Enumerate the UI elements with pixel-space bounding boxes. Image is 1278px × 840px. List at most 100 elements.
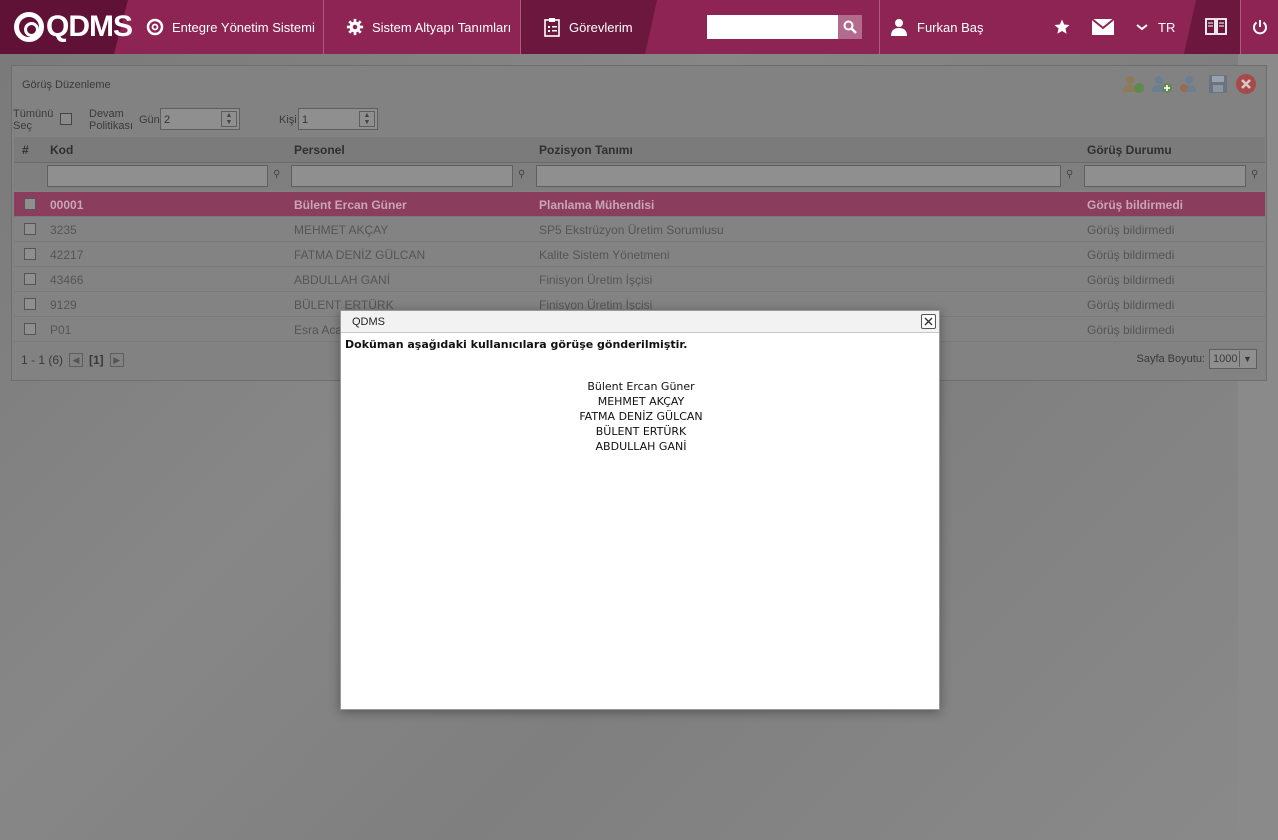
row-checkbox[interactable]: [24, 273, 36, 285]
recipient-name: BÜLENT ERTÜRK: [595, 425, 687, 438]
messages-button[interactable]: [1091, 0, 1115, 54]
star-icon: [1054, 19, 1070, 34]
code-filter-input[interactable]: [47, 165, 268, 187]
cell-status: Görüş bildirmedi: [1087, 248, 1175, 262]
logout-button[interactable]: [1248, 0, 1272, 54]
qdms-logo[interactable]: QDMS: [14, 10, 133, 44]
logo-q-icon: [14, 12, 44, 42]
recipient-list: Bülent Ercan Güner MEHMET AKÇAY FATMA DE…: [341, 379, 941, 454]
grid-header: # Kod Personel Pozisyon Tanımı Görüş Dur…: [14, 137, 1265, 163]
column-header-person[interactable]: Personel: [294, 143, 345, 157]
cell-person: ABDULLAH GANİ: [294, 273, 391, 287]
envelope-icon: [1092, 19, 1114, 35]
cell-code: 3235: [50, 223, 77, 237]
guide-button[interactable]: [1202, 0, 1230, 54]
row-checkbox[interactable]: [24, 198, 36, 210]
current-page[interactable]: [1]: [89, 353, 104, 367]
row-checkbox[interactable]: [24, 323, 36, 335]
cell-status: Görüş bildirmedi: [1087, 298, 1175, 312]
row-checkbox[interactable]: [24, 298, 36, 310]
remove-user-button[interactable]: [1178, 72, 1202, 96]
table-row[interactable]: 3235 MEHMET AKÇAY SP5 Ekstrüzyon Üretim …: [14, 217, 1265, 242]
status-filter-input[interactable]: [1084, 165, 1246, 187]
column-header-code[interactable]: Kod: [50, 143, 73, 157]
row-checkbox[interactable]: [24, 223, 36, 235]
table-row[interactable]: 43466 ABDULLAH GANİ Finisyon Üretim İşçi…: [14, 267, 1265, 292]
cell-code: 43466: [50, 273, 84, 287]
pager: 1 - 1 (6) ◀ [1] ▶: [21, 353, 124, 367]
filter-icon[interactable]: ⚲: [1251, 169, 1258, 180]
cell-code: 9129: [50, 298, 77, 312]
search-icon: [843, 20, 857, 34]
users-icon: [1123, 76, 1144, 93]
column-header-status[interactable]: Görüş Durumu: [1087, 143, 1172, 157]
language-code: TR: [1158, 19, 1176, 35]
grid-filter-row: ⚲ ⚲ ⚲ ⚲: [14, 163, 1265, 190]
day-label: Gün: [139, 114, 160, 126]
next-page-button[interactable]: ▶: [109, 353, 124, 367]
pager-summary: 1 - 1 (6): [21, 353, 64, 367]
row-checkbox[interactable]: [24, 248, 36, 260]
position-filter-input[interactable]: [536, 165, 1061, 187]
cell-person: MEHMET AKÇAY: [294, 223, 389, 237]
select-all-checkbox[interactable]: [60, 113, 72, 125]
stepper-arrows[interactable]: ▲ ▼: [221, 111, 237, 127]
day-value: 2: [164, 114, 171, 126]
nav-entegre-yonetim-sistemi[interactable]: Entegre Yönetim Sistemi: [146, 0, 315, 54]
nav-gorevlerim[interactable]: Görevlerim: [543, 0, 633, 54]
save-button[interactable]: [1206, 72, 1230, 96]
search-button[interactable]: [838, 15, 862, 39]
clipboard-icon: [543, 18, 561, 37]
column-header-number: #: [22, 143, 29, 157]
users-refresh-button[interactable]: [1122, 72, 1146, 96]
person-filter-input[interactable]: [291, 165, 513, 187]
panel-title: Görüş Düzenleme: [22, 79, 111, 91]
stepper-arrows[interactable]: ▲ ▼: [359, 111, 375, 127]
nav-sistem-altyapi-tanimlari[interactable]: Sistem Altyapı Tanımları: [346, 0, 511, 54]
book-icon: [1205, 18, 1227, 35]
person-stepper[interactable]: 1 ▲ ▼: [298, 108, 378, 130]
page-size-control: Sayfa Boyutu: 1000 ▼: [1136, 349, 1257, 369]
logo-text: QDMS: [46, 10, 133, 43]
nav-divider: [879, 0, 880, 54]
remove-user-icon: [1180, 76, 1196, 92]
chevron-down-icon: ▼: [363, 119, 371, 126]
column-header-position[interactable]: Pozisyon Tanımı: [539, 143, 633, 157]
nav-label: Entegre Yönetim Sistemi: [172, 19, 315, 35]
top-navigation-bar: QDMS Entegre Yönetim Sistemi Sistem Alty…: [0, 0, 1278, 54]
cell-status: Görüş bildirmedi: [1087, 223, 1175, 237]
policy-label: Devam Politikası: [89, 108, 134, 132]
search-input[interactable]: [707, 15, 838, 39]
nav-divider: [520, 0, 521, 54]
add-user-icon: [1152, 76, 1172, 93]
chevron-up-icon: ▲: [225, 112, 233, 119]
favorites-button[interactable]: [1050, 0, 1074, 54]
language-selector[interactable]: TR: [1158, 0, 1175, 54]
select-all-label: Tümünü Seç: [13, 108, 54, 132]
dialog-title: QDMS: [352, 316, 385, 328]
page-size-select[interactable]: 1000 ▼: [1209, 349, 1257, 369]
floppy-disk-icon: [1209, 75, 1227, 93]
close-icon: [924, 317, 933, 326]
chevron-down-icon[interactable]: ▼: [1239, 351, 1255, 367]
add-user-button[interactable]: [1150, 72, 1174, 96]
day-stepper[interactable]: 2 ▲ ▼: [160, 108, 240, 130]
dialog-close-button[interactable]: [921, 314, 936, 329]
cell-status: Görüş bildirmedi: [1087, 273, 1175, 287]
gear-icon: [346, 18, 364, 36]
close-panel-button[interactable]: [1234, 72, 1258, 96]
cell-position: Planlama Mühendisi: [539, 198, 655, 212]
user-name: Furkan Baş: [917, 19, 984, 35]
user-menu[interactable]: Furkan Baş: [890, 0, 983, 54]
filter-icon[interactable]: ⚲: [518, 169, 525, 180]
chevron-up-icon: ▲: [363, 112, 371, 119]
cell-code: 42217: [50, 248, 84, 262]
language-dropdown-toggle[interactable]: [1134, 0, 1150, 54]
power-icon: [1253, 20, 1267, 35]
table-row[interactable]: 42217 FATMA DENİZ GÜLCAN Kalite Sistem Y…: [14, 242, 1265, 267]
table-row[interactable]: 00001 Bülent Ercan Güner Planlama Mühend…: [14, 192, 1265, 217]
previous-page-button[interactable]: ◀: [69, 353, 84, 367]
filter-icon[interactable]: ⚲: [273, 169, 280, 180]
filter-icon[interactable]: ⚲: [1066, 169, 1073, 180]
page-size-label: Sayfa Boyutu:: [1136, 353, 1206, 365]
